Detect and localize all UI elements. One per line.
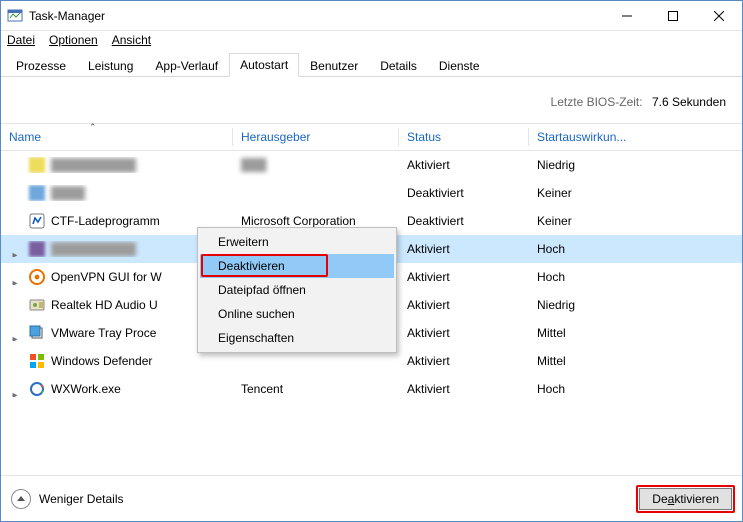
column-impact[interactable]: Startauswirkun...	[529, 124, 714, 150]
minimize-button[interactable]	[604, 1, 650, 31]
startup-table: ⌃ Name Herausgeber Status Startauswirkun…	[1, 123, 742, 403]
row-impact: Keiner	[529, 214, 714, 228]
realtek-icon	[29, 297, 45, 313]
row-impact: Hoch	[529, 242, 714, 256]
table-row[interactable]: █████████████AktiviertNiedrig	[1, 151, 742, 179]
ctx-deaktivieren[interactable]: Deaktivieren	[200, 254, 394, 278]
column-name[interactable]: ⌃ Name	[1, 124, 233, 150]
row-impact: Mittel	[529, 354, 714, 368]
row-impact: Hoch	[529, 270, 714, 284]
row-name: ██████████	[51, 158, 136, 172]
menu-bar: Datei Optionen Ansicht	[1, 31, 742, 51]
row-name: VMware Tray Proce	[51, 326, 156, 340]
generic-blue-icon	[29, 185, 45, 201]
ctx-dateipfad[interactable]: Dateipfad öffnen	[200, 278, 394, 302]
bios-label: Letzte BIOS-Zeit:	[551, 95, 643, 109]
row-name: Realtek HD Audio U	[51, 298, 158, 312]
row-publisher: ███	[233, 158, 399, 172]
row-name: ████	[51, 186, 85, 200]
row-status: Aktiviert	[399, 354, 529, 368]
table-row[interactable]: ████ DeaktiviertKeiner	[1, 179, 742, 207]
context-menu: Erweitern Deaktivieren Dateipfad öffnen …	[197, 227, 397, 353]
sort-asc-icon: ⌃	[89, 122, 97, 133]
row-status: Aktiviert	[399, 270, 529, 284]
row-impact: Hoch	[529, 382, 714, 396]
ctx-eigenschaften[interactable]: Eigenschaften	[200, 326, 394, 350]
tab-autostart[interactable]: Autostart	[229, 53, 299, 77]
ctx-online-suchen[interactable]: Online suchen	[200, 302, 394, 326]
menu-view[interactable]: Ansicht	[112, 33, 151, 47]
close-button[interactable]	[696, 1, 742, 31]
expand-icon[interactable]: ▸	[7, 269, 23, 285]
row-name: OpenVPN GUI for W	[51, 270, 162, 284]
tab-benutzer[interactable]: Benutzer	[299, 54, 369, 77]
ctx-erweitern[interactable]: Erweitern	[200, 230, 394, 254]
row-status: Aktiviert	[399, 158, 529, 172]
menu-options[interactable]: Optionen	[49, 33, 98, 47]
row-status: Aktiviert	[399, 326, 529, 340]
tab-leistung[interactable]: Leistung	[77, 54, 144, 77]
tab-appverlauf[interactable]: App-Verlauf	[144, 54, 229, 77]
row-impact: Niedrig	[529, 158, 714, 172]
ctf-icon	[29, 213, 45, 229]
fewer-details-label: Weniger Details	[39, 492, 123, 506]
tab-prozesse[interactable]: Prozesse	[5, 54, 77, 77]
wxwork-icon	[29, 381, 45, 397]
row-status: Deaktiviert	[399, 214, 529, 228]
row-name: Windows Defender	[51, 354, 152, 368]
row-status: Aktiviert	[399, 382, 529, 396]
vmware-icon	[29, 325, 45, 341]
chevron-up-icon	[11, 489, 31, 509]
table-row[interactable]: ▸ WXWork.exe TencentAktiviertHoch	[1, 375, 742, 403]
defender-icon	[29, 353, 45, 369]
tab-details[interactable]: Details	[369, 54, 428, 77]
expand-icon[interactable]: ▸	[7, 325, 23, 341]
deactivate-button[interactable]: Deaktivieren	[639, 488, 732, 510]
expand-icon[interactable]: ▸	[7, 381, 23, 397]
tab-strip: Prozesse Leistung App-Verlauf Autostart …	[1, 51, 742, 77]
row-status: Deaktiviert	[399, 186, 529, 200]
row-name: CTF-Ladeprogramm	[51, 214, 160, 228]
openvpn-icon	[29, 269, 45, 285]
row-impact: Niedrig	[529, 298, 714, 312]
tab-dienste[interactable]: Dienste	[428, 54, 491, 77]
row-name: ██████████	[51, 242, 136, 256]
column-status[interactable]: Status	[399, 124, 529, 150]
row-status: Aktiviert	[399, 298, 529, 312]
window-title: Task-Manager	[29, 9, 604, 23]
app-icon	[7, 8, 23, 24]
row-impact: Mittel	[529, 326, 714, 340]
row-publisher: Tencent	[233, 382, 399, 396]
row-status: Aktiviert	[399, 242, 529, 256]
generic-yellow-icon	[29, 157, 45, 173]
menu-file[interactable]: Datei	[7, 33, 35, 47]
fewer-details[interactable]: Weniger Details	[11, 489, 123, 509]
row-impact: Keiner	[529, 186, 714, 200]
row-name: WXWork.exe	[51, 382, 121, 396]
row-publisher: Microsoft Corporation	[233, 214, 399, 228]
generic-purple-icon	[29, 241, 45, 257]
expand-icon[interactable]: ▸	[7, 241, 23, 257]
column-publisher[interactable]: Herausgeber	[233, 124, 399, 150]
bios-value: 7.6 Sekunden	[652, 95, 726, 109]
maximize-button[interactable]	[650, 1, 696, 31]
